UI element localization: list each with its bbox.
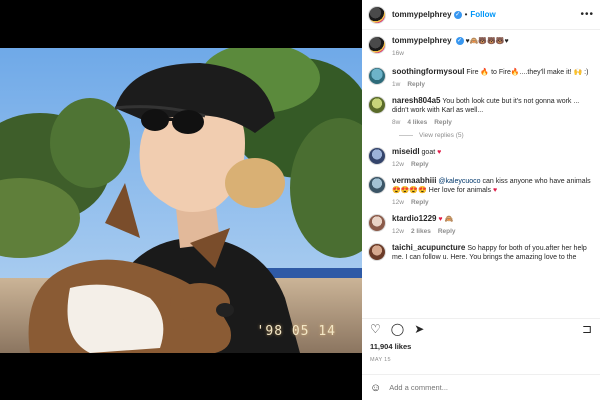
comment-item: naresh804a5 You both look cute but it's … [368,96,594,126]
follow-button[interactable]: Follow [470,10,495,19]
comment-time: 1w [392,81,401,88]
verified-icon: ✓ [455,37,464,46]
post-header: tommypelphrey ✓ • Follow ••• [362,0,600,30]
share-icon[interactable]: ➤ [414,322,424,336]
comment-username[interactable]: naresh804a5 [392,96,440,105]
photo-illustration [0,48,362,353]
reply-button[interactable]: Reply [411,199,429,206]
comment-likes[interactable]: 4 likes [407,119,427,126]
photo-date-stamp: '98 05 14 [256,324,336,339]
commenter-avatar[interactable] [368,214,386,232]
heart-emoji-icon: ♥ [437,149,442,156]
heart-emoji-icon: ♥ [438,216,443,223]
heart-emoji-icon: ♥ [493,187,498,194]
view-replies-label: View replies (5) [419,132,464,139]
emoji-icon[interactable]: ☺ [370,382,381,394]
comment-time: 12w [392,161,404,168]
comment-item: soothingformysoul Fire 🔥 to Fire🔥....the… [368,67,594,88]
reply-button[interactable]: Reply [411,161,429,168]
author-username[interactable]: tommypelphrey [392,10,452,19]
comment-username[interactable]: miseidl [392,147,420,156]
heart-icon[interactable]: ♡ [370,322,381,336]
comment-icon[interactable]: ◯ [391,322,404,336]
caption-text: ♥🙈🐻🐻🐻♥ [465,38,509,45]
reply-button[interactable]: Reply [438,228,456,235]
post-photo[interactable]: '98 05 14 [0,48,362,353]
verified-icon: ✓ [453,10,462,19]
comment-likes[interactable]: 2 likes [411,228,431,235]
replies-divider [399,135,413,136]
comment-username[interactable]: ktardio1229 [392,214,436,223]
comment-text: Fire 🔥 to Fire🔥....they'll make it! 🙌 :) [466,69,589,76]
add-comment-input[interactable] [389,383,570,392]
comment-time: 12w [392,199,404,206]
reply-button[interactable]: Reply [434,119,452,126]
comment-text: goat [421,149,436,156]
author-avatar[interactable] [368,5,386,24]
comment-username[interactable]: vermaabhiii [392,176,436,185]
comment-time: 12w [392,228,404,235]
caption-username[interactable]: tommypelphrey [392,36,452,45]
photo-panel: '98 05 14 [0,0,362,400]
like-count[interactable]: 11,904 likes [370,342,411,351]
view-replies-button[interactable]: View replies (5) [399,132,594,139]
comment-item: vermaabhiii @kaleycuoco can kiss anyone … [368,176,594,206]
bookmark-icon[interactable]: ⊐ [582,322,592,336]
commenter-avatar[interactable] [368,67,386,85]
comment-item: miseidl goat ♥ 12w Reply [368,147,594,168]
post-date: MAY 15 [370,357,391,363]
separator-dot: • [464,10,468,19]
add-comment-bar: ☺ [362,374,600,400]
comments-panel: tommypelphrey ✓ • Follow ••• tommypelphr… [362,0,600,400]
comment-item: ktardio1229 ♥ 🙈 12w 2 likes Reply [368,214,594,235]
commenter-avatar[interactable] [368,176,386,194]
author-avatar[interactable] [368,36,386,54]
more-options-icon[interactable]: ••• [580,9,594,20]
comment-username[interactable]: soothingformysoul [392,67,464,76]
comment-mention[interactable]: @kaleycuoco [438,178,480,185]
comment-username[interactable]: taichi_acupuncture [392,243,465,252]
comment-item: taichi_acupuncture So happy for both of … [368,243,594,262]
commenter-avatar[interactable] [368,243,386,261]
reply-button[interactable]: Reply [407,81,425,88]
commenter-avatar[interactable] [368,147,386,165]
comment-time: 8w [392,119,401,126]
emoji-icon: 🙈 [444,216,454,223]
post-actions: ♡ ◯ ➤ ⊐ [362,318,600,338]
post-caption: tommypelphrey ✓ ♥🙈🐻🐻🐻♥ 16w [368,36,594,57]
comment-list: tommypelphrey ✓ ♥🙈🐻🐻🐻♥ 16w soothingformy… [362,30,600,315]
caption-time: 16w [392,50,404,57]
commenter-avatar[interactable] [368,96,386,114]
